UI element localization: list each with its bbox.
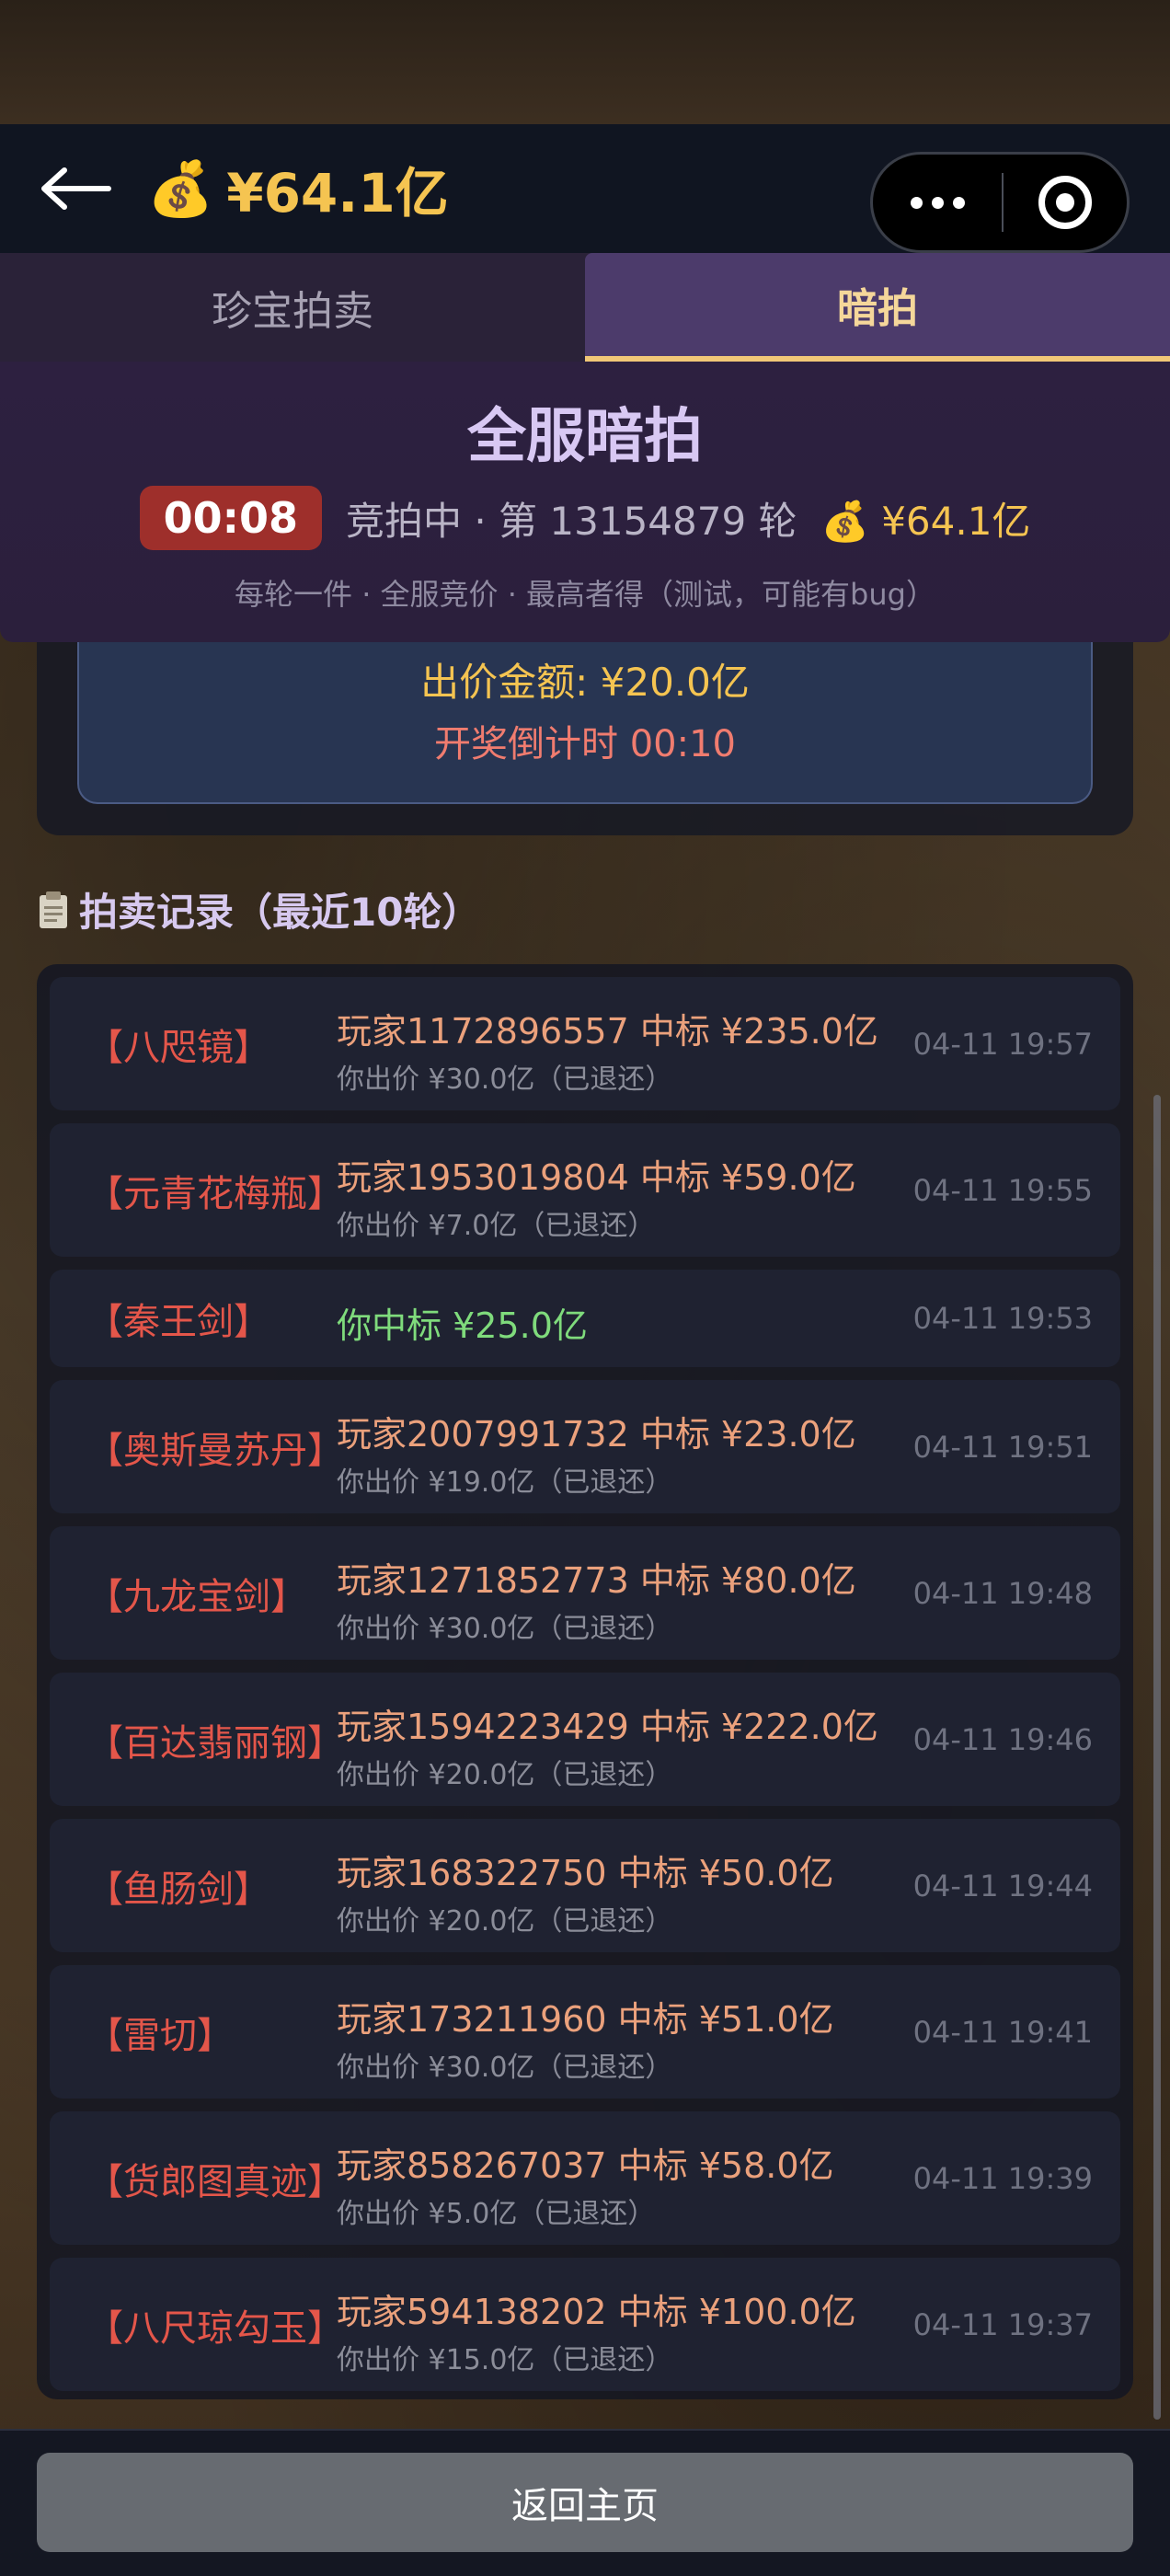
record-item-name: 【八尺琼勾玉】 [86, 2306, 344, 2350]
auction-rules-note: 每轮一件 · 全服竞价 · 最高者得（测试，可能有bug） [235, 577, 935, 612]
round-status: 竞拍中 · 第 13154879 轮 [346, 498, 797, 544]
list-item: 【八咫镜】 玩家1172896557 中标 ¥235.0亿 你出价 ¥30.0亿… [50, 977, 1120, 1110]
balance-display: 💰 ¥64.1亿 [147, 152, 449, 225]
background-top [0, 0, 1170, 129]
record-time: 04-11 19:53 [912, 1301, 1093, 1336]
record-item-name: 【百达翡丽钢】 [86, 1721, 344, 1765]
record-winner: 玩家1271852773 中标 ¥80.0亿 [337, 1560, 856, 1601]
bid-card-container: 出价金额: ¥20.0亿 开奖倒计时 00:10 [37, 642, 1133, 835]
record-my-bid: 你出价 ¥20.0亿（已退还） [337, 1905, 673, 1938]
record-winner: 玩家1953019804 中标 ¥59.0亿 [337, 1157, 856, 1198]
record-time: 04-11 19:37 [912, 2306, 1093, 2342]
records-heading: 拍卖记录（最近10轮） [37, 881, 480, 937]
record-winner: 你中标 ¥25.0亿 [337, 1305, 588, 1346]
record-my-bid: 你出价 ¥20.0亿（已退还） [337, 1759, 673, 1791]
bid-amount: 出价金额: ¥20.0亿 [420, 660, 750, 705]
return-home-button[interactable]: 返回主页 [37, 2453, 1133, 2552]
record-my-bid: 你出价 ¥5.0亿（已退还） [337, 2198, 656, 2230]
list-item: 【九龙宝剑】 玩家1271852773 中标 ¥80.0亿 你出价 ¥30.0亿… [50, 1526, 1120, 1660]
mini-program-capsule [870, 152, 1130, 253]
list-item: 【雷切】 玩家173211960 中标 ¥51.0亿 你出价 ¥30.0亿（已退… [50, 1965, 1120, 2099]
panel-balance-value: ¥64.1亿 [881, 498, 1031, 544]
list-item: 【鱼肠剑】 玩家168322750 中标 ¥50.0亿 你出价 ¥20.0亿（已… [50, 1819, 1120, 1952]
tab-treasure-auction[interactable]: 珍宝拍卖 [0, 253, 585, 362]
page-title: 全服暗拍 [467, 403, 703, 471]
record-time: 04-11 19:46 [912, 1721, 1093, 1757]
list-item: 【奥斯曼苏丹】 玩家2007991732 中标 ¥23.0亿 你出价 ¥19.0… [50, 1380, 1120, 1513]
record-winner: 玩家594138202 中标 ¥100.0亿 [337, 2292, 856, 2332]
record-winner: 玩家168322750 中标 ¥50.0亿 [337, 1853, 834, 1893]
top-bar: 💰 ¥64.1亿 [0, 124, 1170, 253]
auction-header-panel: 全服暗拍 00:08 竞拍中 · 第 13154879 轮 💰 ¥64.1亿 每… [0, 362, 1170, 642]
record-time: 04-11 19:55 [912, 1172, 1093, 1208]
record-winner: 玩家858267037 中标 ¥58.0亿 [337, 2145, 834, 2186]
countdown-timer: 00:08 [139, 486, 322, 550]
record-item-name: 【九龙宝剑】 [86, 1575, 307, 1618]
record-my-bid: 你出价 ¥19.0亿（已退还） [337, 1466, 673, 1499]
list-item: 【百达翡丽钢】 玩家1594223429 中标 ¥222.0亿 你出价 ¥20.… [50, 1673, 1120, 1806]
auction-status-row: 00:08 竞拍中 · 第 13154879 轮 💰 ¥64.1亿 [0, 486, 1170, 550]
record-winner: 玩家173211960 中标 ¥51.0亿 [337, 1999, 834, 2040]
record-item-name: 【鱼肠剑】 [86, 1868, 270, 1911]
record-time: 04-11 19:39 [912, 2160, 1093, 2196]
more-dots-icon[interactable] [873, 155, 1002, 250]
record-time: 04-11 19:57 [912, 1026, 1093, 1062]
panel-balance: 💰 ¥64.1亿 [821, 490, 1031, 546]
scrollbar[interactable] [1153, 1095, 1161, 2420]
records-heading-label: 拍卖记录（最近10轮） [79, 890, 481, 935]
draw-countdown: 开奖倒计时 00:10 [434, 723, 736, 765]
record-winner: 玩家2007991732 中标 ¥23.0亿 [337, 1414, 856, 1455]
clipboard-icon [40, 891, 67, 928]
list-item: 【秦王剑】 你中标 ¥25.0亿 04-11 19:53 [50, 1270, 1120, 1367]
auction-records-list[interactable]: 【八咫镜】 玩家1172896557 中标 ¥235.0亿 你出价 ¥30.0亿… [37, 964, 1133, 2399]
record-time: 04-11 19:48 [912, 1575, 1093, 1611]
record-winner: 玩家1594223429 中标 ¥222.0亿 [337, 1707, 878, 1747]
tab-bar: 珍宝拍卖 暗拍 [0, 253, 1170, 362]
record-time: 04-11 19:51 [912, 1429, 1093, 1465]
money-bag-icon: 💰 [820, 498, 869, 544]
money-bag-icon: 💰 [147, 156, 214, 220]
list-item: 【八尺琼勾玉】 玩家594138202 中标 ¥100.0亿 你出价 ¥15.0… [50, 2258, 1120, 2391]
record-time: 04-11 19:44 [912, 1868, 1093, 1903]
bid-card: 出价金额: ¥20.0亿 开奖倒计时 00:10 [77, 642, 1093, 804]
list-item: 【元青花梅瓶】 玩家1953019804 中标 ¥59.0亿 你出价 ¥7.0亿… [50, 1123, 1120, 1257]
record-my-bid: 你出价 ¥30.0亿（已退还） [337, 1613, 673, 1645]
record-winner: 玩家1172896557 中标 ¥235.0亿 [337, 1011, 878, 1052]
record-item-name: 【秦王剑】 [86, 1301, 270, 1343]
record-item-name: 【奥斯曼苏丹】 [86, 1429, 344, 1472]
back-button[interactable] [37, 161, 120, 216]
record-my-bid: 你出价 ¥15.0亿（已退还） [337, 2344, 673, 2376]
balance-value: ¥64.1亿 [226, 162, 449, 224]
arrow-left-icon [41, 167, 111, 210]
record-item-name: 【雷切】 [86, 2014, 234, 2057]
record-my-bid: 你出价 ¥30.0亿（已退还） [337, 2052, 673, 2084]
record-item-name: 【货郎图真迹】 [86, 2160, 344, 2203]
list-item: 【货郎图真迹】 玩家858267037 中标 ¥58.0亿 你出价 ¥5.0亿（… [50, 2111, 1120, 2245]
tab-blind-auction[interactable]: 暗拍 [585, 253, 1170, 362]
record-time: 04-11 19:41 [912, 2014, 1093, 2050]
record-my-bid: 你出价 ¥30.0亿（已退还） [337, 1064, 673, 1096]
record-my-bid: 你出价 ¥7.0亿（已退还） [337, 1210, 656, 1242]
record-item-name: 【元青花梅瓶】 [86, 1172, 344, 1215]
record-item-name: 【八咫镜】 [86, 1026, 270, 1069]
target-icon[interactable] [1004, 155, 1127, 250]
